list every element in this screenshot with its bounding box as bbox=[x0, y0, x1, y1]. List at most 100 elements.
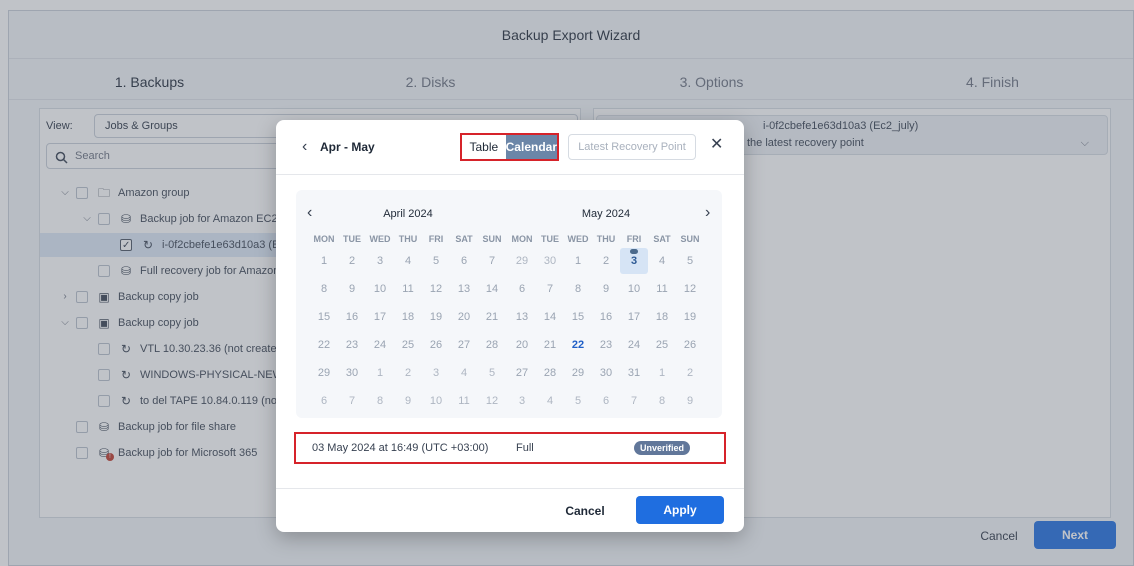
month-title: April 2024 bbox=[383, 208, 433, 220]
calendar-day[interactable]: 4 bbox=[536, 388, 564, 414]
calendar-day[interactable]: 1 bbox=[648, 360, 676, 386]
calendar-day-with-recovery-point[interactable]: 3 bbox=[620, 248, 648, 274]
calendar-day[interactable]: 2 bbox=[394, 360, 422, 386]
calendar-day[interactable]: 3 bbox=[508, 388, 536, 414]
calendar-day[interactable]: 16 bbox=[338, 304, 366, 330]
cancel-button[interactable]: Cancel bbox=[560, 501, 610, 521]
calendar-day[interactable]: 9 bbox=[592, 276, 620, 302]
calendar-day[interactable]: 12 bbox=[478, 388, 506, 414]
calendar-day[interactable]: 5 bbox=[478, 360, 506, 386]
calendar-day[interactable]: 7 bbox=[620, 388, 648, 414]
calendar-day[interactable]: 25 bbox=[648, 332, 676, 358]
calendar-day[interactable]: 19 bbox=[676, 304, 704, 330]
calendar-day[interactable]: 10 bbox=[366, 276, 394, 302]
calendar-day[interactable]: 30 bbox=[338, 360, 366, 386]
calendar-day[interactable]: 27 bbox=[508, 360, 536, 386]
calendar-day[interactable]: 3 bbox=[366, 248, 394, 274]
calendar-day[interactable]: 14 bbox=[536, 304, 564, 330]
calendar-day[interactable]: 2 bbox=[338, 248, 366, 274]
calendar-day[interactable]: 13 bbox=[450, 276, 478, 302]
calendar-day[interactable]: 21 bbox=[536, 332, 564, 358]
calendar-day[interactable]: 10 bbox=[422, 388, 450, 414]
calendar-day[interactable]: 22 bbox=[310, 332, 338, 358]
calendar-day[interactable]: 4 bbox=[450, 360, 478, 386]
weekday-label: MON bbox=[313, 234, 335, 244]
calendar-day[interactable]: 26 bbox=[676, 332, 704, 358]
calendar-day[interactable]: 17 bbox=[620, 304, 648, 330]
calendar-day[interactable]: 20 bbox=[450, 304, 478, 330]
calendar-day[interactable]: 15 bbox=[310, 304, 338, 330]
calendar-day[interactable]: 27 bbox=[450, 332, 478, 358]
calendar-day[interactable]: 5 bbox=[564, 388, 592, 414]
calendar-day[interactable]: 9 bbox=[394, 388, 422, 414]
calendar-day[interactable]: 29 bbox=[310, 360, 338, 386]
calendar-day[interactable]: 7 bbox=[478, 248, 506, 274]
calendar-view-button[interactable]: Calendar bbox=[505, 135, 557, 159]
calendar-day[interactable]: 31 bbox=[620, 360, 648, 386]
calendar-day[interactable]: 5 bbox=[676, 248, 704, 274]
calendar-day[interactable]: 16 bbox=[592, 304, 620, 330]
calendar-day[interactable]: 11 bbox=[450, 388, 478, 414]
calendar-day[interactable]: 6 bbox=[310, 388, 338, 414]
calendar-day[interactable]: 3 bbox=[422, 360, 450, 386]
calendar-day[interactable]: 24 bbox=[366, 332, 394, 358]
calendar-day[interactable]: 17 bbox=[366, 304, 394, 330]
calendar-day[interactable]: 30 bbox=[592, 360, 620, 386]
selected-recovery-point-row[interactable]: 03 May 2024 at 16:49 (UTC +03:00) Full U… bbox=[294, 432, 726, 464]
calendar-day[interactable]: 12 bbox=[676, 276, 704, 302]
calendar-day[interactable]: 8 bbox=[648, 388, 676, 414]
calendar-day[interactable]: 23 bbox=[338, 332, 366, 358]
calendar-day[interactable]: 6 bbox=[592, 388, 620, 414]
calendar-day[interactable]: 6 bbox=[450, 248, 478, 274]
calendar-day[interactable]: 10 bbox=[620, 276, 648, 302]
weekday-label: THU bbox=[596, 234, 616, 244]
calendar-day[interactable]: 11 bbox=[648, 276, 676, 302]
calendar-day[interactable]: 29 bbox=[508, 248, 536, 274]
footer-divider bbox=[276, 488, 744, 489]
calendar-day[interactable]: 7 bbox=[338, 388, 366, 414]
calendar-day[interactable]: 22 bbox=[564, 332, 592, 358]
calendar-day[interactable]: 26 bbox=[422, 332, 450, 358]
calendar-day[interactable]: 29 bbox=[564, 360, 592, 386]
calendar-day[interactable]: 18 bbox=[648, 304, 676, 330]
next-month-icon[interactable]: › bbox=[705, 205, 710, 221]
apply-button[interactable]: Apply bbox=[636, 496, 724, 524]
weekday-label: SUN bbox=[482, 234, 502, 244]
calendar-day[interactable]: 1 bbox=[310, 248, 338, 274]
calendar-day[interactable]: 19 bbox=[422, 304, 450, 330]
calendar-day[interactable]: 18 bbox=[394, 304, 422, 330]
calendar-day[interactable]: 9 bbox=[338, 276, 366, 302]
chevron-left-icon[interactable]: ‹ bbox=[302, 139, 307, 155]
calendar-day[interactable]: 25 bbox=[394, 332, 422, 358]
calendar-day[interactable]: 2 bbox=[676, 360, 704, 386]
table-view-button[interactable]: Table bbox=[462, 135, 506, 159]
calendar-day[interactable]: 1 bbox=[366, 360, 394, 386]
calendar-day[interactable]: 14 bbox=[478, 276, 506, 302]
calendar-day[interactable]: 20 bbox=[508, 332, 536, 358]
calendar-day[interactable]: 5 bbox=[422, 248, 450, 274]
latest-recovery-point-button[interactable]: Latest Recovery Point bbox=[568, 134, 696, 160]
calendar-day[interactable]: 28 bbox=[478, 332, 506, 358]
calendar-day[interactable]: 7 bbox=[536, 276, 564, 302]
calendar-day[interactable]: 23 bbox=[592, 332, 620, 358]
calendar-day[interactable]: 12 bbox=[422, 276, 450, 302]
calendar-day[interactable]: 24 bbox=[620, 332, 648, 358]
calendar-day[interactable]: 8 bbox=[366, 388, 394, 414]
calendar-day[interactable]: 6 bbox=[508, 276, 536, 302]
calendar-day[interactable]: 8 bbox=[564, 276, 592, 302]
calendar-day[interactable]: 4 bbox=[394, 248, 422, 274]
calendar-day[interactable]: 4 bbox=[648, 248, 676, 274]
calendar-day[interactable]: 9 bbox=[676, 388, 704, 414]
close-icon[interactable]: ✕ bbox=[710, 137, 723, 153]
calendar-day[interactable]: 13 bbox=[508, 304, 536, 330]
calendar-day[interactable]: 11 bbox=[394, 276, 422, 302]
calendar-day[interactable]: 21 bbox=[478, 304, 506, 330]
calendar-day[interactable]: 8 bbox=[310, 276, 338, 302]
recovery-point-date: 03 May 2024 at 16:49 (UTC +03:00) bbox=[312, 442, 489, 454]
weekday-label: TUE bbox=[343, 234, 361, 244]
calendar-day[interactable]: 28 bbox=[536, 360, 564, 386]
calendar-day[interactable]: 1 bbox=[564, 248, 592, 274]
calendar-day[interactable]: 15 bbox=[564, 304, 592, 330]
calendar-day[interactable]: 2 bbox=[592, 248, 620, 274]
calendar-day[interactable]: 30 bbox=[536, 248, 564, 274]
